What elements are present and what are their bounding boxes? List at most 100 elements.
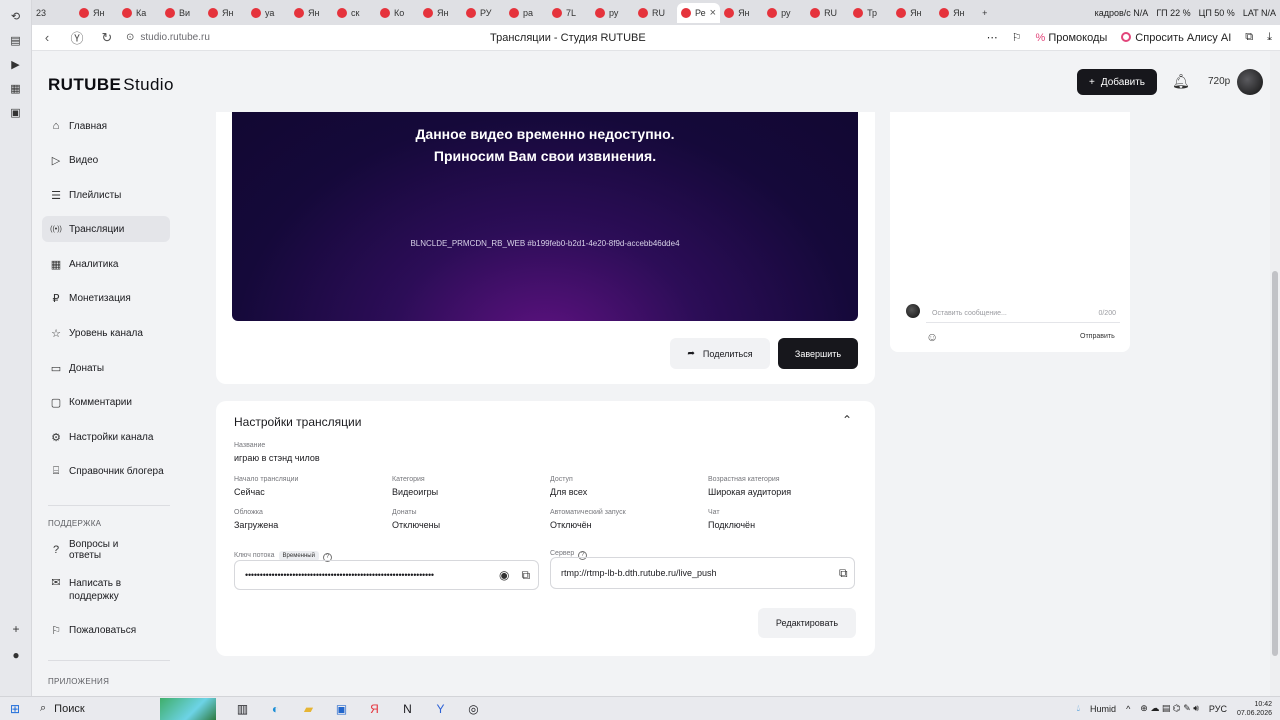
- quality-label[interactable]: 720p: [1208, 76, 1230, 87]
- edit-button[interactable]: Редактировать: [758, 608, 856, 638]
- sidebar-item[interactable]: ⌸ Справочник блогера: [42, 458, 170, 484]
- sidebar-item[interactable]: ((•)) Трансляции: [42, 216, 170, 242]
- alice-label: Спросить Алису AI: [1135, 31, 1232, 44]
- end-broadcast-button[interactable]: Завершить: [778, 338, 858, 369]
- yandex-browser-icon[interactable]: Y: [424, 702, 457, 716]
- sidebar-item[interactable]: ⚙ Настройки канала: [42, 424, 170, 450]
- server-field[interactable]: rtmp://rtmp-lb-b.dth.rutube.ru/live_push…: [550, 557, 855, 589]
- sidebar-item-label: Плейлисты: [69, 189, 122, 201]
- bell-icon[interactable]: 🔔︎: [1172, 73, 1190, 90]
- windows-start-icon[interactable]: ⊞: [0, 702, 30, 716]
- url-field[interactable]: studio.rutube.ru: [140, 32, 210, 43]
- chat-panel: Оставить сообщение... 0/200 ☺ Отправить: [890, 112, 1130, 352]
- avatar[interactable]: [1237, 69, 1263, 95]
- sidebar-item[interactable]: ▭ Донаты: [42, 355, 170, 381]
- browser-tab[interactable]: Ян: [75, 3, 118, 23]
- sidebar-item[interactable]: ☆ Уровень канала: [42, 320, 170, 346]
- media-icon[interactable]: ▶: [8, 56, 24, 72]
- browser-tab[interactable]: Ян: [892, 3, 935, 23]
- apps-section-label: ПРИЛОЖЕНИЯ: [48, 677, 110, 686]
- scrollbar[interactable]: [1270, 51, 1280, 696]
- sidebar-item[interactable]: ▢ Комментарии: [42, 389, 170, 415]
- sidebar-item[interactable]: ☰ Плейлисты: [42, 182, 170, 208]
- video-player[interactable]: Данное видео временно недоступно. Принос…: [232, 112, 858, 321]
- browser-tab[interactable]: Ян: [419, 3, 462, 23]
- store-icon[interactable]: ▣: [325, 702, 358, 716]
- notes-icon[interactable]: ▣: [8, 104, 24, 120]
- screenshot-icon[interactable]: ⧉: [1245, 31, 1253, 44]
- download-icon[interactable]: ⤓: [1267, 31, 1272, 44]
- support-item[interactable]: ⚐ Пожаловаться: [42, 617, 170, 643]
- obs-icon[interactable]: ◎: [457, 702, 490, 716]
- browser-tab[interactable]: Ян: [935, 3, 978, 23]
- tray-icons[interactable]: ⊕ ☁ ▤ ⌬ ✎ 🔊︎: [1140, 703, 1199, 714]
- browser-tab[interactable]: Ян: [720, 3, 763, 23]
- history-icon[interactable]: ⟲: [8, 8, 24, 24]
- chart-icon: ▦: [50, 258, 62, 271]
- eye-icon[interactable]: ◉: [499, 568, 509, 582]
- more-icon[interactable]: ⋯: [987, 31, 998, 44]
- folder-icon[interactable]: ▰: [292, 702, 325, 716]
- task-view-icon[interactable]: ▥: [226, 702, 259, 716]
- rutube-studio-logo[interactable]: RUTUBE Studio: [48, 75, 174, 95]
- copy-icon[interactable]: ⧉: [839, 566, 848, 581]
- browser-tab[interactable]: RU: [634, 3, 677, 23]
- support-item[interactable]: ? Вопросы и ответы: [42, 537, 170, 563]
- browser-tab[interactable]: Ви: [161, 3, 204, 23]
- browser-tab[interactable]: 7L: [548, 3, 591, 23]
- browser-tab[interactable]: уа: [247, 3, 290, 23]
- yandex-icon[interactable]: Ⓨ: [62, 28, 92, 47]
- taskbar-search[interactable]: ⌕ Поиск: [30, 702, 160, 715]
- browser-tab[interactable]: ск: [333, 3, 376, 23]
- browser-tab[interactable]: ру: [591, 3, 634, 23]
- support-item[interactable]: ✉ Написать в поддержку: [42, 573, 170, 607]
- add-button[interactable]: + Добавить: [1077, 69, 1157, 95]
- sidebar-item[interactable]: ▷ Видео: [42, 147, 170, 173]
- stream-key-field[interactable]: ••••••••••••••••••••••••••••••••••••••••…: [234, 560, 539, 590]
- emoji-icon[interactable]: ☺: [926, 330, 938, 344]
- add-panel-icon[interactable]: +: [0, 622, 32, 636]
- tab-favicon-icon: [810, 7, 821, 18]
- tab-label: Ка: [136, 7, 147, 18]
- back-icon[interactable]: ‹: [32, 30, 62, 45]
- support-item-label: Пожаловаться: [69, 624, 137, 636]
- tab-label: ру: [609, 7, 619, 18]
- scroll-thumb[interactable]: [1272, 271, 1278, 656]
- tab-favicon-icon: [423, 7, 433, 18]
- edge-icon[interactable]: ◐: [259, 702, 292, 716]
- yandex-app-icon[interactable]: Я: [358, 702, 391, 716]
- bookmark-icon[interactable]: ⚐: [1012, 31, 1022, 44]
- browser-tab[interactable]: Тр: [849, 3, 892, 23]
- browser-tab[interactable]: RU: [806, 3, 849, 23]
- clock[interactable]: 10:42 07.06.2026: [1237, 700, 1272, 718]
- sidebar-item[interactable]: ₽ Монетизация: [42, 285, 170, 311]
- send-button[interactable]: Отправить: [1080, 333, 1115, 340]
- notion-icon[interactable]: N: [391, 702, 424, 716]
- calendar-icon[interactable]: ▦: [8, 80, 24, 96]
- browser-tab[interactable]: Ко: [376, 3, 419, 23]
- browser-tab[interactable]: Ка: [118, 3, 161, 23]
- alice-button[interactable]: Спросить Алису AI: [1121, 31, 1232, 44]
- browser-tab[interactable]: Ре ×: [677, 2, 721, 23]
- browser-tab[interactable]: ру: [763, 3, 806, 23]
- promo-button[interactable]: % Промокоды: [1035, 32, 1107, 44]
- browser-tab[interactable]: Ян: [204, 3, 247, 23]
- sidebar-item[interactable]: ⌂ Главная: [42, 113, 170, 139]
- chevron-up-icon[interactable]: ^: [1126, 704, 1130, 714]
- weather-label[interactable]: Humid: [1090, 704, 1116, 714]
- new-tab-icon[interactable]: +: [978, 3, 1021, 23]
- reload-icon[interactable]: ↻: [92, 30, 122, 46]
- chat-message-input[interactable]: Оставить сообщение... 0/200: [926, 305, 1120, 323]
- collections-icon[interactable]: ▤: [8, 32, 24, 48]
- browser-tab[interactable]: ра: [505, 3, 548, 23]
- tab-counter[interactable]: 23: [32, 3, 75, 23]
- chevron-up-icon[interactable]: ⌃: [842, 413, 852, 427]
- share-button[interactable]: ➦ Поделиться: [670, 338, 770, 369]
- close-icon[interactable]: ×: [710, 7, 716, 19]
- language-indicator[interactable]: РУС: [1209, 704, 1227, 714]
- copy-icon[interactable]: ⧉: [521, 568, 530, 583]
- browser-tab[interactable]: РУ: [462, 3, 505, 23]
- browser-tab[interactable]: Ян: [290, 3, 333, 23]
- sidebar-item[interactable]: ▦ Аналитика: [42, 251, 170, 277]
- extension-icon[interactable]: ●: [0, 648, 32, 662]
